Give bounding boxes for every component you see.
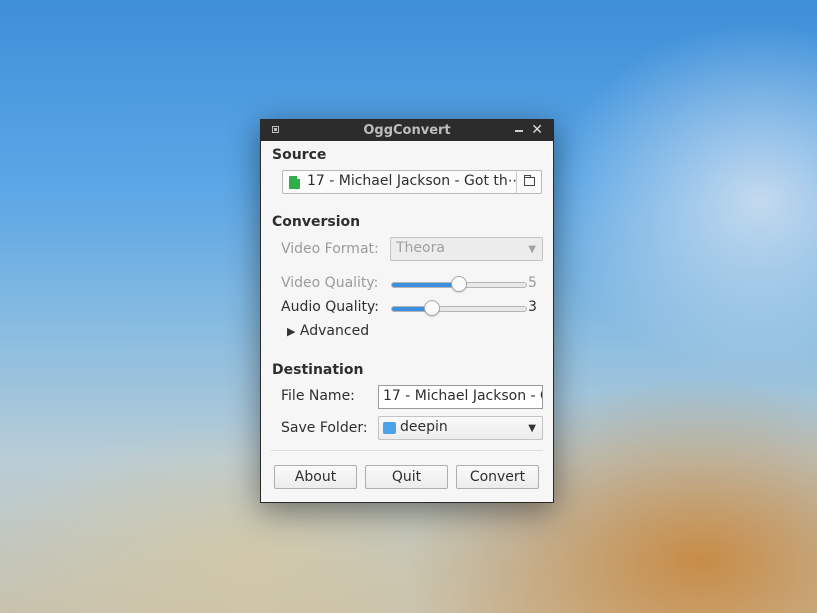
audio-quality-slider[interactable] xyxy=(391,300,527,316)
save-folder-label: Save Folder: xyxy=(281,420,368,436)
save-folder-select[interactable]: deepin ▼ xyxy=(378,416,543,440)
source-heading: Source xyxy=(272,147,327,163)
source-file-chooser[interactable]: 17 - Michael Jackson - Got th⋯ xyxy=(282,170,542,194)
conversion-heading: Conversion xyxy=(272,214,361,230)
chevron-down-icon: ▼ xyxy=(528,244,536,255)
audio-quality-value: 3 xyxy=(528,299,537,315)
audio-file-icon xyxy=(289,176,300,189)
audio-quality-knob[interactable] xyxy=(424,300,441,316)
about-button[interactable]: About xyxy=(274,465,357,489)
minimize-icon[interactable] xyxy=(515,130,523,132)
advanced-expander[interactable]: ▶ Advanced xyxy=(287,323,369,339)
close-icon[interactable]: ✕ xyxy=(531,122,543,138)
save-folder-value: deepin xyxy=(400,419,448,435)
video-format-value: Theora xyxy=(396,240,445,256)
folder-icon xyxy=(524,175,535,186)
browse-folder-button[interactable] xyxy=(516,171,541,193)
advanced-label: Advanced xyxy=(299,323,370,339)
convert-button[interactable]: Convert xyxy=(456,465,539,489)
file-name-label: File Name: xyxy=(281,388,355,404)
source-file-name: 17 - Michael Jackson - Got th⋯ xyxy=(307,173,517,189)
file-name-value: 17 - Michael Jackson - G xyxy=(383,388,543,404)
video-quality-fill xyxy=(392,283,459,287)
destination-heading: Destination xyxy=(272,362,364,378)
window-title: OggConvert xyxy=(363,123,451,138)
chevron-down-icon: ▼ xyxy=(528,423,536,434)
titlebar[interactable]: OggConvert ✕ xyxy=(261,120,553,141)
video-quality-knob[interactable] xyxy=(451,276,467,292)
oggconvert-window: OggConvert ✕ Source 17 - Michael Jackson… xyxy=(260,119,554,503)
video-quality-value: 5 xyxy=(528,275,537,291)
video-format-select[interactable]: Theora ▼ xyxy=(390,237,543,261)
video-quality-label: Video Quality: xyxy=(281,275,379,291)
expander-arrow-icon: ▶ xyxy=(287,325,296,338)
audio-quality-label: Audio Quality: xyxy=(281,299,379,315)
video-quality-slider[interactable] xyxy=(391,276,527,292)
file-name-input[interactable]: 17 - Michael Jackson - G xyxy=(378,385,543,409)
divider xyxy=(271,450,543,451)
video-format-label: Video Format: xyxy=(281,241,379,257)
folder-icon xyxy=(383,422,396,434)
quit-button[interactable]: Quit xyxy=(365,465,448,489)
